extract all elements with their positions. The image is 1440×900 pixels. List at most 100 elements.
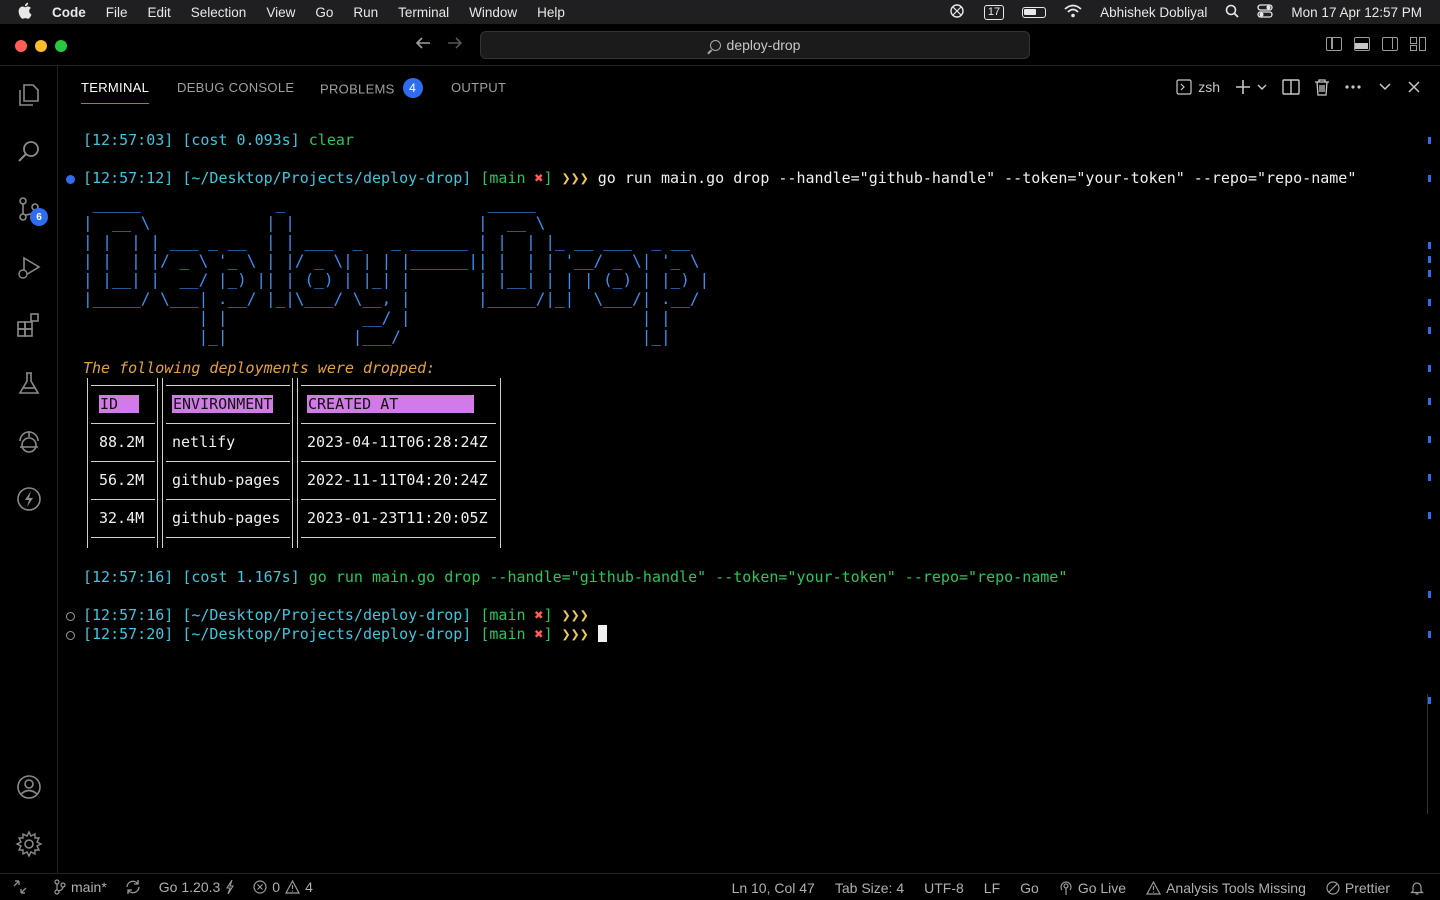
testing-icon[interactable] — [14, 368, 44, 398]
end-of-line[interactable]: LF — [984, 880, 1000, 896]
menu-file[interactable]: File — [106, 5, 128, 20]
toggle-panel-icon[interactable] — [1354, 37, 1370, 51]
sync-icon[interactable] — [125, 879, 141, 895]
menu-view[interactable]: View — [266, 5, 295, 20]
table-border — [166, 423, 290, 424]
source-control-icon[interactable]: 6 — [14, 194, 48, 226]
accounts-icon[interactable] — [14, 772, 44, 802]
close-window-button[interactable] — [15, 40, 27, 52]
minimize-window-button[interactable] — [35, 40, 47, 52]
status-bar: main* Go 1.20.3 0 4 Ln 10, Col 47 Tab Si… — [0, 873, 1440, 900]
table-border — [301, 499, 496, 500]
cost-label: [cost 0.093s] — [182, 131, 300, 149]
scrollbar-mark — [1428, 398, 1431, 405]
table-border — [157, 378, 158, 548]
menu-go[interactable]: Go — [315, 5, 333, 20]
forward-arrow-icon[interactable] — [446, 35, 464, 56]
table-border — [297, 378, 298, 548]
apple-icon[interactable] — [18, 2, 38, 23]
git-branch-status[interactable]: main* — [54, 879, 107, 895]
macos-menubar: Code File Edit Selection View Go Run Ter… — [0, 0, 1440, 24]
git-branch-close: ] — [543, 606, 553, 624]
prettier-status[interactable]: Prettier — [1326, 880, 1390, 896]
language-mode[interactable]: Go — [1020, 880, 1039, 896]
git-dirty-mark: ✖ — [534, 625, 544, 643]
scrollbar-mark — [1428, 436, 1431, 443]
split-terminal-icon[interactable] — [1282, 79, 1300, 95]
search-sidebar-icon[interactable] — [14, 137, 44, 167]
go-live-button[interactable]: Go Live — [1059, 880, 1126, 896]
table-header-environment: ENVIRONMENT — [172, 395, 274, 413]
menu-window[interactable]: Window — [469, 5, 517, 20]
terminal-output[interactable]: [12:57:03] [cost 0.093s] clear [12:57:12… — [59, 110, 1426, 873]
spotlight-icon[interactable] — [1225, 4, 1240, 21]
terminal-toolbar: zsh — [1162, 78, 1420, 96]
remote-indicator-icon[interactable] — [0, 874, 40, 900]
command-decoration-empty[interactable] — [66, 631, 75, 640]
maximize-window-button[interactable] — [55, 40, 67, 52]
clock[interactable]: Mon 17 Apr 12:57 PM — [1291, 5, 1422, 20]
menu-terminal[interactable]: Terminal — [398, 5, 449, 20]
tab-size[interactable]: Tab Size: 4 — [835, 880, 904, 896]
error-count: 0 — [272, 879, 281, 895]
dropped-message: The following deployments were dropped: — [83, 359, 436, 377]
calendar-badge[interactable]: 17 — [983, 4, 1005, 20]
table-border — [166, 385, 290, 386]
new-terminal-icon[interactable] — [1234, 78, 1252, 96]
maximize-panel-chevron-icon[interactable] — [1378, 82, 1392, 92]
lightning-icon — [226, 879, 235, 895]
menu-help[interactable]: Help — [537, 5, 565, 20]
file-encoding[interactable]: UTF-8 — [924, 880, 964, 896]
go-version: Go 1.20.3 — [158, 879, 221, 895]
kill-terminal-trash-icon[interactable] — [1314, 78, 1330, 96]
customize-layout-icon[interactable] — [1410, 37, 1426, 51]
command-decoration-empty[interactable] — [66, 612, 75, 621]
menu-run[interactable]: Run — [353, 5, 378, 20]
command-decoration-success[interactable] — [66, 175, 75, 184]
battery-icon[interactable] — [1022, 6, 1047, 18]
tab-terminal[interactable]: TERMINAL — [81, 80, 150, 104]
explorer-icon[interactable] — [14, 80, 44, 110]
menu-app-name[interactable]: Code — [52, 5, 86, 20]
scrollbar-mark — [1428, 270, 1431, 277]
go-version-status[interactable]: Go 1.20.3 — [159, 879, 236, 895]
tab-problems[interactable]: PROBLEMS 4 — [320, 78, 423, 100]
chevron-down-icon[interactable] — [1256, 81, 1268, 93]
extensions-icon[interactable] — [14, 310, 44, 340]
menu-edit[interactable]: Edit — [148, 5, 171, 20]
table-border — [166, 499, 290, 500]
wifi-icon[interactable] — [1064, 4, 1082, 21]
search-icon — [709, 39, 721, 51]
table-cell-id: 56.2M — [99, 471, 145, 489]
terminal-shell-selector[interactable]: zsh — [1176, 79, 1220, 95]
thunder-client-icon[interactable] — [14, 484, 44, 514]
panel-tabs: TERMINAL DEBUG CONSOLE PROBLEMS 4 OUTPUT … — [59, 66, 1440, 110]
settings-gear-icon[interactable] — [14, 829, 44, 859]
command-center-search[interactable]: deploy-drop — [480, 31, 1030, 59]
timestamp: [12:57:20] — [83, 625, 174, 643]
toggle-primary-sidebar-icon[interactable] — [1326, 37, 1342, 51]
control-center-icon[interactable] — [1257, 3, 1274, 21]
terminal-line-cost: [12:57:16] [cost 1.167s] go run main.go … — [83, 568, 1067, 586]
terminal-line-prompt-run: [12:57:12] [~/Desktop/Projects/deploy-dr… — [83, 169, 1356, 187]
cursor-position[interactable]: Ln 10, Col 47 — [732, 880, 815, 896]
git-branch-close: ] — [543, 625, 553, 643]
close-panel-icon[interactable] — [1408, 81, 1420, 93]
header-text: ID — [99, 395, 120, 413]
terminal-scrollbar[interactable] — [1427, 694, 1439, 814]
notifications-bell-icon[interactable] — [1410, 880, 1424, 896]
tab-debug-console[interactable]: DEBUG CONSOLE — [177, 80, 294, 95]
tab-output[interactable]: OUTPUT — [451, 80, 506, 95]
bluetooth-icon[interactable] — [948, 3, 966, 22]
error-icon — [253, 880, 267, 894]
user-name[interactable]: Abhishek Dobliyal — [1100, 5, 1207, 20]
toggle-secondary-sidebar-icon[interactable] — [1382, 37, 1398, 51]
terminal-line-prompt: [12:57:16] [~/Desktop/Projects/deploy-dr… — [83, 606, 589, 624]
problems-status[interactable]: 0 4 — [253, 879, 313, 895]
analysis-tools-status[interactable]: Analysis Tools Missing — [1146, 880, 1306, 896]
remote-explorer-icon[interactable] — [14, 426, 44, 456]
run-debug-icon[interactable] — [14, 252, 44, 282]
menu-selection[interactable]: Selection — [191, 5, 247, 20]
back-arrow-icon[interactable] — [414, 35, 432, 56]
more-actions-icon[interactable] — [1344, 84, 1362, 90]
